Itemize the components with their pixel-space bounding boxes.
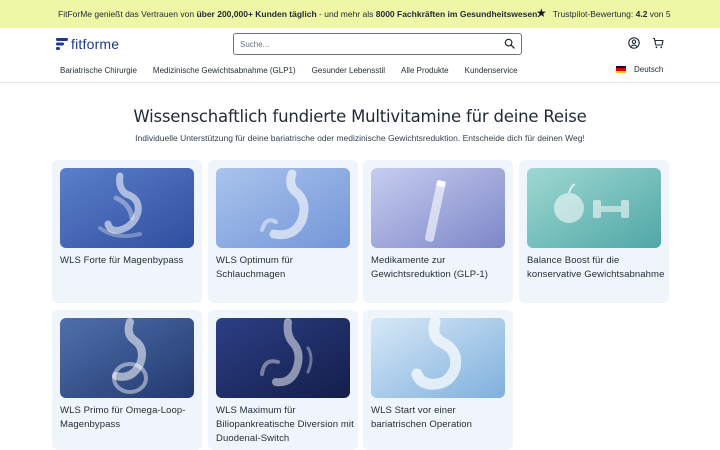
search-box[interactable] <box>233 33 522 55</box>
product-card[interactable]: Balance Boost für die konservative Gewic… <box>519 160 669 303</box>
nav-item-healthy-lifestyle[interactable]: Gesunder Lebensstil <box>312 66 385 75</box>
nav-item-bariatric-surgery[interactable]: Bariatrische Chirurgie <box>60 66 137 75</box>
announcement-bold-1: über 200,000+ Kunden täglich <box>196 9 317 19</box>
trustpilot-text: Trustpilot-Bewertung: 4.2 von 5 <box>553 9 671 19</box>
announcement-bold-2: 8000 Fachkräften im Gesundheitswesen. <box>375 9 540 19</box>
product-card[interactable]: WLS Forte für Magenbypass <box>52 160 202 303</box>
nav-item-all-products[interactable]: Alle Produkte <box>401 66 449 75</box>
announcement-text: FitForMe genießt das Vertrauen von über … <box>58 9 540 19</box>
german-flag-icon <box>616 66 626 73</box>
product-card[interactable]: WLS Start vor einer bariatrischen Operat… <box>363 310 513 450</box>
site-header: fitforme Bariatrische Chirurgie Medizini… <box>0 28 720 83</box>
cart-icon[interactable] <box>652 37 664 49</box>
nav-item-medical-weight-loss[interactable]: Medizinische Gewichtsabnahme (GLP1) <box>153 66 296 75</box>
product-card[interactable]: WLS Optimum für Schlauchmagen <box>208 160 358 303</box>
nav-item-customer-service[interactable]: Kundenservice <box>465 66 518 75</box>
injection-pen-illustration <box>371 168 505 248</box>
sleeve-stomach-illustration <box>216 168 350 248</box>
duodenal-switch-illustration <box>216 318 350 398</box>
product-card-label: Medikamente zur Gewichtsreduktion (GLP-1… <box>371 255 489 280</box>
trustpilot-score: 4.2 <box>635 8 648 19</box>
product-card[interactable]: WLS Maximum für Biliopankreatische Diver… <box>208 310 358 450</box>
language-label: Deutsch <box>634 65 664 74</box>
logo-text: fitforme <box>71 36 120 52</box>
search-icon[interactable] <box>504 38 515 49</box>
product-card-label: WLS Maximum für Biliopankreatische Diver… <box>216 405 354 444</box>
trustpilot-label: Trustpilot-Bewertung: <box>552 8 636 19</box>
star-icon: ★ <box>536 6 547 20</box>
product-card[interactable]: Medikamente zur Gewichtsreduktion (GLP-1… <box>363 160 513 303</box>
page-subtitle: Individuelle Unterstützung für deine bar… <box>135 133 585 143</box>
trustpilot-rating[interactable]: ★ Trustpilot-Bewertung: 4.2 von 5 <box>536 6 671 20</box>
logo-icon <box>56 38 68 50</box>
announcement-text-2: - und mehr als <box>316 9 376 19</box>
account-icon[interactable] <box>628 37 640 49</box>
language-selector[interactable]: Deutsch <box>616 65 663 74</box>
product-card-label: Balance Boost für die konservative Gewic… <box>527 255 665 280</box>
gastric-bypass-illustration <box>60 168 194 248</box>
product-card-label: WLS Primo für Omega-Loop-Magenbypass <box>60 405 186 430</box>
product-card-label: WLS Start vor einer bariatrischen Operat… <box>371 405 473 430</box>
stomach-illustration <box>371 318 505 398</box>
search-input[interactable] <box>240 37 490 51</box>
product-card-label: WLS Optimum für Schlauchmagen <box>216 255 293 280</box>
announcement-bar: FitForMe genießt das Vertrauen von über … <box>0 0 720 28</box>
page-title: Wissenschaftlich fundierte Multivitamine… <box>133 107 587 126</box>
omega-loop-illustration <box>60 318 194 398</box>
trustpilot-suffix: von 5 <box>647 8 671 19</box>
announcement-text-1: FitForMe genießt das Vertrauen von <box>58 9 197 19</box>
main-navigation: Bariatrische Chirurgie Medizinische Gewi… <box>60 66 534 75</box>
product-card[interactable]: WLS Primo für Omega-Loop-Magenbypass <box>52 310 202 450</box>
apple-dumbbell-illustration <box>527 168 661 248</box>
site-logo[interactable]: fitforme <box>56 36 119 52</box>
product-card-label: WLS Forte für Magenbypass <box>60 255 184 266</box>
